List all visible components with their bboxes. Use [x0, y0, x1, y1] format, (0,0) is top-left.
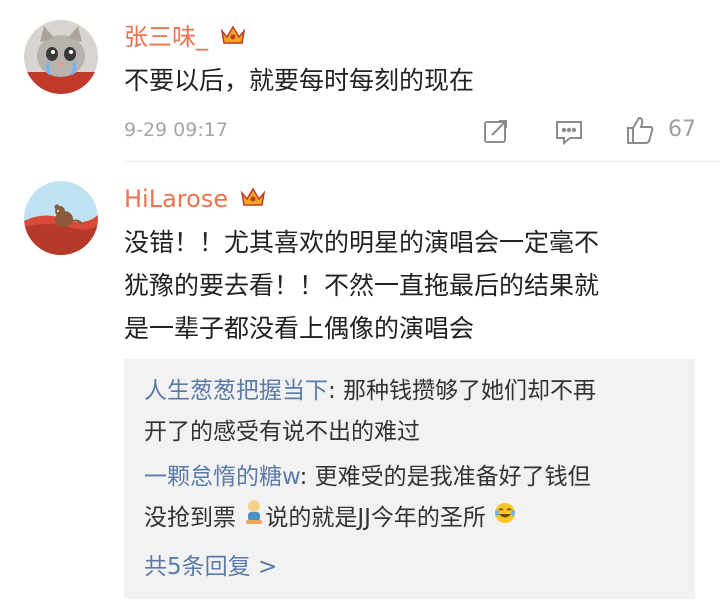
more-replies-link[interactable]: 共5条回复 > — [144, 552, 277, 582]
username-text[interactable]: HiLarose — [124, 185, 228, 213]
username[interactable]: HiLarose — [124, 184, 266, 216]
cat-avatar — [24, 20, 98, 94]
username[interactable]: 张三味_ — [124, 22, 246, 54]
reply-text: 开了的感受有说不出的难过 — [144, 419, 420, 445]
reply-item[interactable]: 一颗怠惰的糖w: 更难受的是我准备好了钱但 没抢到票 说的就是JJ今年的圣所 — [144, 457, 679, 539]
reply-text: : 更难受的是我准备好了钱但 — [299, 464, 591, 490]
like-icon[interactable] — [624, 114, 656, 150]
kneel-emoji-icon — [243, 498, 265, 539]
comment-text-line: 犹豫的要去看！！不然一直拖最后的结果就 — [124, 271, 600, 300]
replies-box: 人生葱葱把握当下: 那种钱攒够了她们却不再 开了的感受有说不出的难过 一颗怠惰的… — [124, 359, 695, 599]
like-count: 67 — [668, 117, 696, 142]
cartoon-avatar — [24, 181, 98, 255]
avatar[interactable] — [24, 181, 98, 255]
reply-text: 没抢到票 — [144, 505, 236, 531]
repost-icon[interactable] — [482, 117, 510, 149]
comment-text: 没错！！尤其喜欢的明星的演唱会一定毫不 犹豫的要去看！！不然一直拖最后的结果就 … — [124, 221, 689, 350]
avatar[interactable] — [24, 20, 98, 94]
comment-text: 不要以后，就要每时每刻的现在 — [124, 66, 475, 95]
username-text[interactable]: 张三味_ — [124, 23, 208, 51]
timestamp: 9-29 09:17 — [124, 119, 228, 141]
crown-icon — [220, 23, 246, 54]
laugh-cry-emoji-icon — [493, 498, 517, 539]
comment-icon[interactable] — [554, 118, 584, 150]
crown-icon — [240, 185, 266, 216]
reply-item[interactable]: 人生葱葱把握当下: 那种钱攒够了她们却不再 开了的感受有说不出的难过 — [144, 371, 679, 453]
reply-username[interactable]: 人生葱葱把握当下 — [144, 378, 328, 404]
reply-text: : 那种钱攒够了她们却不再 — [328, 378, 597, 404]
comment-text-line: 没错！！尤其喜欢的明星的演唱会一定毫不 — [124, 228, 600, 257]
comment-text-line: 是一辈子都没看上偶像的演唱会 — [124, 314, 475, 343]
comment-item: 张三味_ 不要以后，就要每时每刻的现在 9-29 09:17 67 — [0, 0, 720, 160]
reply-username[interactable]: 一颗怠惰的糖w — [144, 464, 300, 490]
reply-text: 说的就是JJ今年的圣所 — [265, 505, 486, 531]
